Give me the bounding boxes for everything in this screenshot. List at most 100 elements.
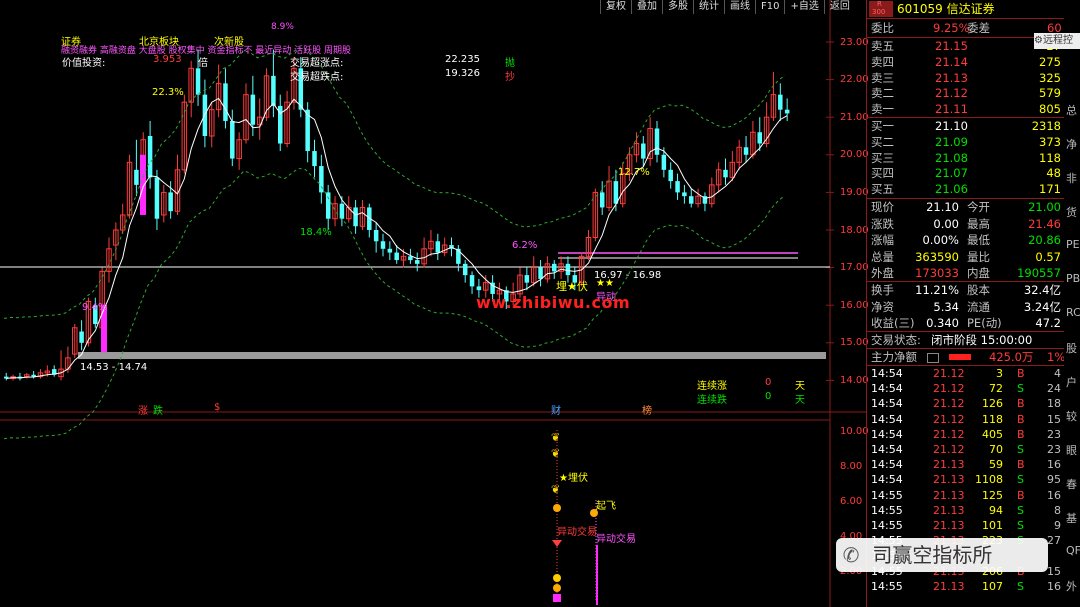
tick-time: 14:54: [871, 458, 903, 472]
flow-icon[interactable]: [927, 353, 939, 363]
tick-row[interactable]: 14:55 21.13 125 B 16: [867, 488, 1065, 503]
pct-label-22: 22.3%: [152, 87, 184, 98]
tick-count: 9: [1054, 519, 1061, 532]
tick-row[interactable]: 14:54 21.13 1108 S 95: [867, 472, 1065, 487]
pct-label-6: 6.2%: [512, 240, 538, 251]
diejia-button[interactable]: 叠加: [631, 0, 662, 14]
bid-row[interactable]: 买四 21.07 48: [867, 165, 1065, 181]
sub-yidong1: 异动交易: [557, 527, 597, 538]
tick-time: 14:55: [871, 519, 903, 532]
stats-row: 收益(三) 0.340 PE(动) 47.2: [867, 315, 1065, 332]
tick-row[interactable]: 14:54 21.13 59 B 16: [867, 457, 1065, 472]
candle-body-down: [552, 263, 557, 272]
tick-row[interactable]: 14:55 21.13 94 S 8: [867, 503, 1065, 518]
quote-label: 外盘: [871, 266, 894, 280]
range-low-label: 14.53 - 14.74: [80, 362, 148, 373]
side-label: 户: [1066, 376, 1077, 389]
tick-row[interactable]: 14:54 21.12 126 B 18: [867, 396, 1065, 411]
marker-zhang[interactable]: 涨: [138, 402, 148, 417]
bid-row[interactable]: 买二 21.09 373: [867, 134, 1065, 150]
tick-row[interactable]: 14:55 21.13 101 S 9: [867, 518, 1065, 533]
tick-count: 16: [1047, 579, 1061, 593]
quote-row: 涨跌 0.00 最高 21.46: [867, 216, 1065, 233]
zixuan-button[interactable]: +自选: [784, 0, 823, 14]
quote-value2: 190557: [1017, 266, 1061, 280]
ask-row[interactable]: 卖二 21.12 579: [867, 85, 1065, 101]
stats-label2: 流通: [967, 299, 990, 314]
ask-row[interactable]: 卖四 21.14 275: [867, 54, 1065, 70]
tick-price: 21.12: [933, 382, 965, 396]
tick-volume: 59: [989, 458, 1003, 472]
value-invest-label: 价值投资:: [62, 58, 106, 69]
tick-row[interactable]: 14:54 21.12 3 B 4: [867, 366, 1065, 381]
marker-dollar[interactable]: $: [214, 402, 220, 413]
bid-row[interactable]: 买一 21.10 2318: [867, 118, 1065, 134]
tongji-button[interactable]: 统计: [693, 0, 724, 14]
duogu-button[interactable]: 多股: [662, 0, 693, 14]
wechat-watermark: ✆ 司赢空指标所: [836, 538, 1048, 572]
tick-time: 14:54: [871, 473, 903, 487]
fanhui-button[interactable]: 返回: [823, 0, 855, 14]
tick-direction: S: [1017, 473, 1024, 487]
ask-price: 21.11: [935, 102, 968, 117]
tick-volume: 125: [982, 488, 1003, 502]
side-label: 总: [1066, 104, 1077, 117]
tick-count: 95: [1047, 473, 1061, 487]
trade-status-value: 闭市阶段 15:00:00: [931, 333, 1033, 347]
huaxian-button[interactable]: 画线: [724, 0, 755, 14]
tick-time: 14:54: [871, 427, 903, 441]
price-chart[interactable]: ❦ ❦ ❦: [0, 0, 866, 607]
tick-row[interactable]: 14:55 21.13 107 S 16: [867, 579, 1065, 594]
tick-count: 24: [1047, 382, 1061, 396]
tick-direction: B: [1017, 427, 1025, 441]
stock-code-name[interactable]: 601059 信达证券: [897, 0, 995, 18]
tick-count: 15: [1047, 412, 1061, 426]
bid-row[interactable]: 买三 21.08 118: [867, 150, 1065, 166]
tick-direction: S: [1017, 519, 1024, 532]
quote-value: 21.10: [926, 200, 959, 214]
tick-row[interactable]: 14:54 21.12 72 S 24: [867, 381, 1065, 396]
fuquan-button[interactable]: 复权: [600, 0, 631, 14]
marker-bang[interactable]: 榜: [642, 402, 652, 417]
f10-button[interactable]: F10: [755, 0, 784, 14]
tick-row[interactable]: 14:54 21.12 118 B 15: [867, 412, 1065, 427]
candle-body-down: [599, 192, 605, 208]
tick-direction: B: [1017, 397, 1025, 411]
tick-direction: S: [1017, 382, 1024, 396]
ask-row[interactable]: 卖一 21.11 805: [867, 101, 1065, 117]
remote-control[interactable]: ⚙远程控: [1034, 33, 1080, 49]
bid-label: 买五: [871, 182, 894, 197]
side-label: RC: [1066, 306, 1080, 319]
tick-count: 16: [1047, 458, 1061, 472]
trade-status-label: 交易状态:: [871, 333, 921, 347]
diamond-icon: [552, 540, 562, 547]
bid-row[interactable]: 买五 21.06 171: [867, 181, 1065, 197]
bid-label: 买四: [871, 166, 894, 181]
ask-label: 卖一: [871, 102, 894, 117]
chart-toolbar: 复权 叠加 多股 统计 画线 F10 +自选 返回: [600, 0, 855, 14]
tick-row[interactable]: 14:54 21.12 70 S 23: [867, 442, 1065, 457]
quote-value2: 0.57: [1035, 249, 1061, 264]
tick-direction: S: [1017, 579, 1024, 593]
quote-row: 总量 363590 量比 0.57: [867, 249, 1065, 266]
candle-body-down: [415, 260, 420, 264]
marker-cai[interactable]: 财: [551, 402, 561, 417]
candle-body-down: [250, 94, 256, 125]
candle-body-down: [387, 248, 393, 253]
y-tick: 19.00: [840, 187, 869, 198]
side-label: 股: [1066, 342, 1077, 355]
coin-icon: [553, 584, 561, 592]
side-label: 较: [1066, 410, 1077, 423]
quote-value: 0.00: [933, 216, 959, 231]
tick-price: 21.13: [933, 519, 965, 532]
candle-body-down: [743, 147, 749, 155]
side-label: 春: [1066, 478, 1077, 491]
lianxu-zhang-tian: 天: [795, 381, 805, 392]
ask-row[interactable]: 卖三 21.13 325: [867, 70, 1065, 86]
tick-row[interactable]: 14:54 21.12 405 B 23: [867, 427, 1065, 442]
tick-direction: B: [1017, 367, 1025, 380]
tick-time: 14:54: [871, 367, 903, 380]
quote-label: 涨跌: [871, 216, 894, 231]
marker-die[interactable]: 跌: [153, 402, 163, 417]
candle-body-down: [435, 241, 441, 253]
